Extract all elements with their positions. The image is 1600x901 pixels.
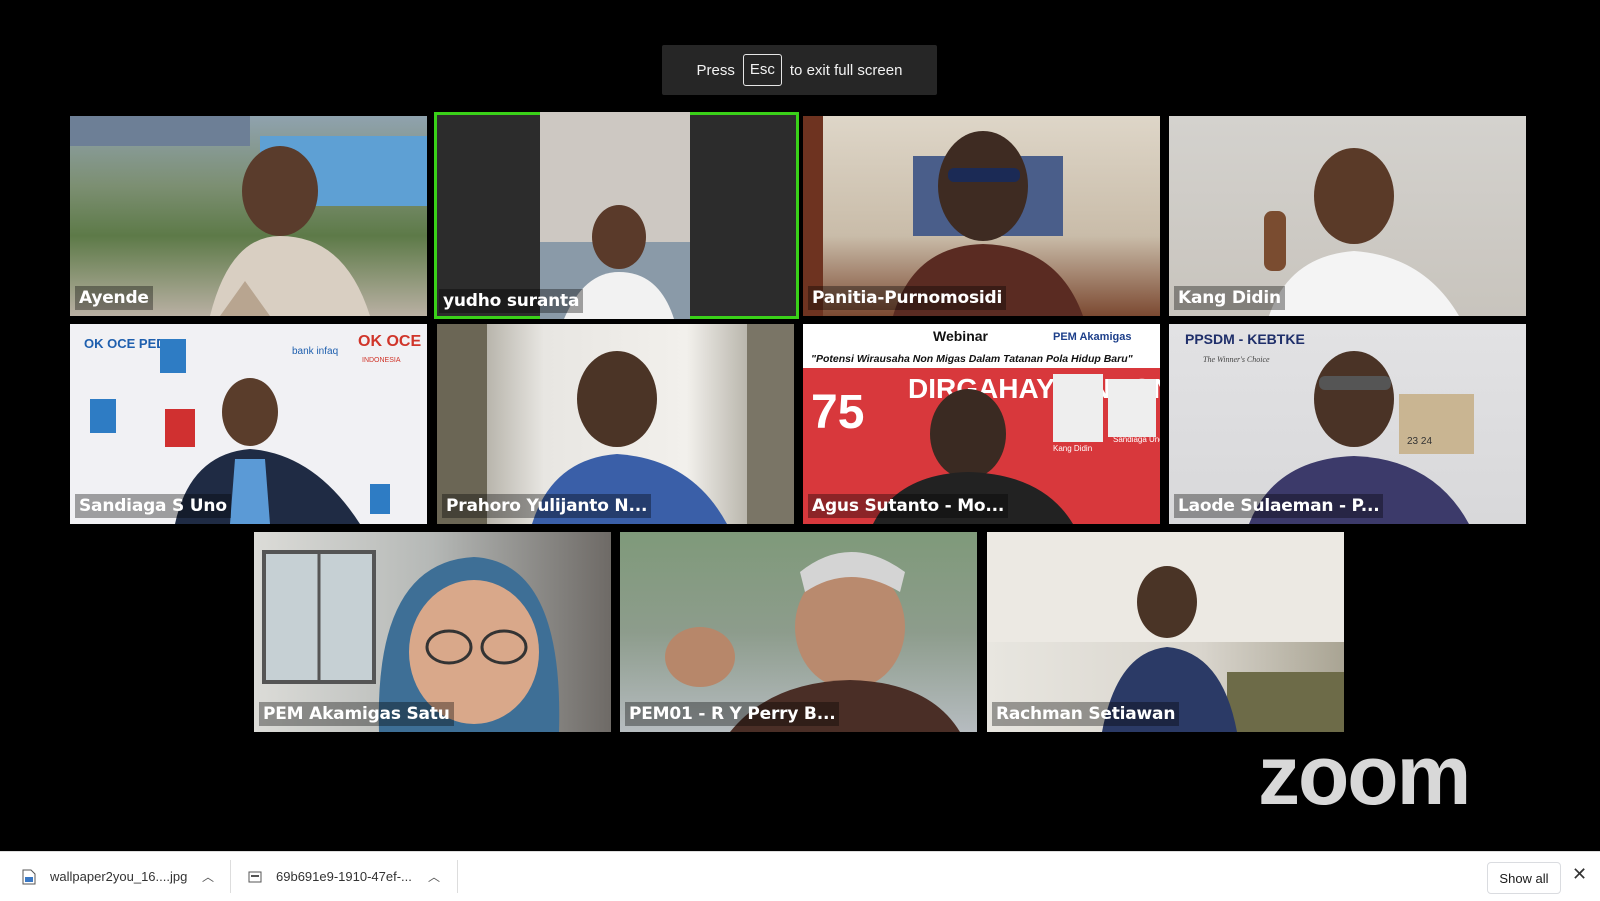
participant-name: Ayende bbox=[75, 286, 153, 310]
video-tile[interactable]: Panitia-Purnomosidi bbox=[803, 116, 1160, 316]
fullscreen-toast: Press Esc to exit full screen bbox=[662, 45, 937, 95]
backdrop-text: 23 24 bbox=[1407, 436, 1432, 447]
participant-name: yudho suranta bbox=[439, 289, 584, 313]
toast-suffix: to exit full screen bbox=[789, 61, 903, 79]
divider bbox=[230, 860, 231, 893]
backdrop-text: PEM Akamigas bbox=[1053, 331, 1131, 343]
participant-name: Laode Sulaeman - P... bbox=[1174, 494, 1384, 518]
video-tile[interactable]: Ayende bbox=[70, 116, 427, 316]
video-tile[interactable]: OK OCE PEDULI OK OCE INDONESIA bank infa… bbox=[70, 324, 427, 524]
image-file-icon bbox=[22, 869, 36, 884]
video-tile[interactable]: PEM01 - R Y Perry B... bbox=[620, 532, 977, 732]
participant-name: Panitia-Purnomosidi bbox=[808, 286, 1007, 310]
video-tile[interactable]: PEM Akamigas Satu bbox=[254, 532, 611, 732]
chevron-up-icon[interactable]: ︿ bbox=[428, 868, 440, 885]
video-tile-active-speaker[interactable]: yudho suranta bbox=[434, 112, 799, 319]
downloads-bar: wallpaper2you_16....jpg ︿ 69b691e9-1910-… bbox=[0, 851, 1600, 901]
backdrop-text: Webinar bbox=[933, 328, 989, 344]
download-item[interactable]: 69b691e9-1910-47ef-... ︿ bbox=[248, 852, 444, 901]
zoom-logo: zoom bbox=[1258, 728, 1471, 822]
participant-name: PEM Akamigas Satu bbox=[259, 702, 454, 726]
participant-name: PEM01 - R Y Perry B... bbox=[625, 702, 840, 726]
toast-prefix: Press bbox=[696, 61, 735, 79]
backdrop-text: "Potensi Wirausaha Non Migas Dalam Tatan… bbox=[811, 353, 1134, 365]
chevron-up-icon[interactable]: ︿ bbox=[202, 868, 214, 885]
download-filename: 69b691e9-1910-47ef-... bbox=[276, 869, 412, 884]
divider bbox=[457, 860, 458, 893]
download-filename: wallpaper2you_16....jpg bbox=[50, 869, 188, 884]
video-tile[interactable]: PPSDM - KEBTKE The Winner's Choice 23 24… bbox=[1169, 324, 1526, 524]
participant-name: Rachman Setiawan bbox=[992, 702, 1180, 726]
show-all-button[interactable]: Show all bbox=[1487, 862, 1561, 894]
video-tile[interactable]: Webinar PEM Akamigas "Potensi Wirausaha … bbox=[803, 324, 1160, 524]
backdrop-logo-text: bank infaq bbox=[292, 346, 338, 357]
video-feed bbox=[540, 112, 690, 319]
participant-name: Kang Didin bbox=[1174, 286, 1285, 310]
file-icon bbox=[248, 871, 262, 882]
backdrop-text: Kang Didin bbox=[1053, 444, 1092, 453]
esc-key-hint: Esc bbox=[742, 54, 782, 86]
svg-text:75: 75 bbox=[811, 386, 864, 439]
video-tile[interactable]: Kang Didin bbox=[1169, 116, 1526, 316]
video-tile[interactable]: Rachman Setiawan bbox=[987, 532, 1344, 732]
download-item[interactable]: wallpaper2you_16....jpg ︿ bbox=[22, 852, 218, 901]
backdrop-logo-text: INDONESIA bbox=[362, 357, 401, 364]
close-icon[interactable]: ✕ bbox=[1572, 864, 1587, 885]
participant-name: Agus Sutanto - Mo... bbox=[808, 494, 1009, 518]
backdrop-logo-text: OK OCE bbox=[358, 333, 421, 350]
participant-name: Sandiaga S Uno bbox=[75, 494, 231, 518]
backdrop-text: The Winner's Choice bbox=[1203, 355, 1270, 364]
participant-name: Prahoro Yulijanto N... bbox=[442, 494, 652, 518]
backdrop-text: PPSDM - KEBTKE bbox=[1185, 331, 1305, 347]
video-tile[interactable]: Prahoro Yulijanto N... bbox=[437, 324, 794, 524]
